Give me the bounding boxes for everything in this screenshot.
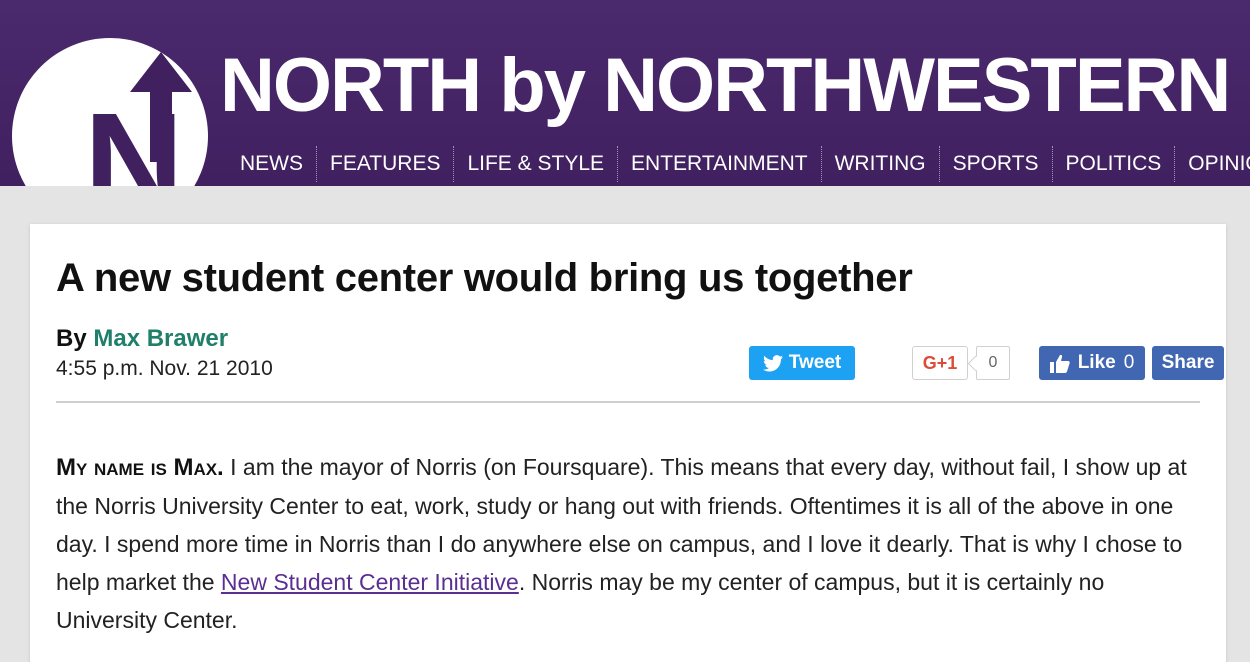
byline-prefix: By [56, 325, 87, 352]
site-header: N NORTH by NORTHWESTERN NEWS FEATURES LI… [0, 0, 1250, 186]
tweet-button[interactable]: Tweet [749, 346, 855, 380]
twitter-bird-icon [762, 354, 783, 371]
tweet-label: Tweet [788, 352, 842, 373]
site-title[interactable]: NORTH by NORTHWESTERN [220, 48, 1231, 124]
nav-item-opinion[interactable]: OPINION [1175, 146, 1250, 182]
nav-item-news[interactable]: NEWS [232, 146, 317, 182]
google-plus-count: 0 [976, 346, 1010, 380]
nav-item-sports[interactable]: SPORTS [940, 146, 1053, 182]
nav-item-writing[interactable]: WRITING [822, 146, 940, 182]
logo-arrow-icon [130, 52, 192, 162]
facebook-like-button[interactable]: Like 0 [1039, 346, 1145, 380]
new-student-center-link[interactable]: New Student Center Initiative [221, 569, 519, 595]
facebook-like-label: Like [1077, 352, 1116, 373]
author-link[interactable]: Max Brawer [93, 325, 228, 352]
article-body: My name is Max. I am the mayor of Norris… [56, 448, 1206, 639]
article-date: 4:55 p.m. Nov. 21 2010 [56, 357, 273, 380]
site-logo[interactable]: N [12, 38, 208, 186]
main-nav: NEWS FEATURES LIFE & STYLE ENTERTAINMENT… [232, 146, 1250, 182]
byline: By Max Brawer [56, 325, 228, 353]
google-plus-button[interactable]: G+1 [912, 346, 968, 380]
article-lead-in: My name is Max. [56, 454, 224, 481]
byline-divider [56, 401, 1200, 403]
nav-item-life-style[interactable]: LIFE & STYLE [454, 146, 619, 182]
nav-item-politics[interactable]: POLITICS [1053, 146, 1176, 182]
facebook-share-button[interactable]: Share [1152, 346, 1224, 380]
article-headline: A new student center would bring us toge… [56, 256, 913, 300]
thumbs-up-icon [1049, 354, 1070, 373]
facebook-like-count: 0 [1123, 352, 1135, 373]
nav-item-entertainment[interactable]: ENTERTAINMENT [618, 146, 822, 182]
nav-item-features[interactable]: FEATURES [317, 146, 455, 182]
article-card: A new student center would bring us toge… [30, 224, 1226, 662]
